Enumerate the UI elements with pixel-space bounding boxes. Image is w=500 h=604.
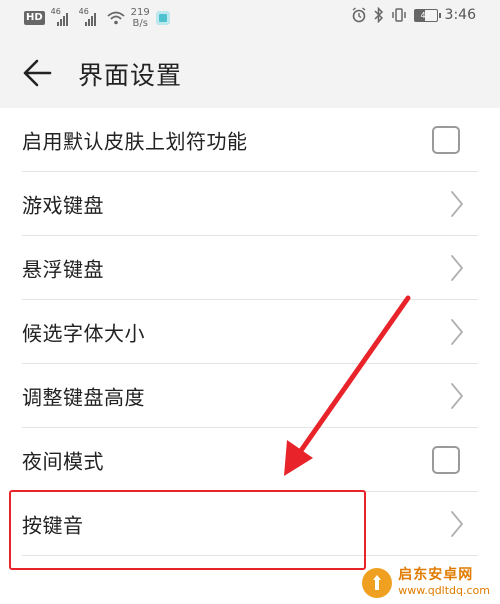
- checkbox[interactable]: [432, 446, 460, 474]
- status-time: 3:46: [444, 7, 476, 23]
- chevron-right-icon: [451, 191, 463, 217]
- setting-label: 游戏键盘: [22, 193, 104, 218]
- highlight-box: [9, 490, 366, 570]
- watermark: 启东安卓网 www.qdltdq.com: [362, 568, 490, 598]
- setting-row-game-keyboard[interactable]: 游戏键盘: [0, 172, 500, 236]
- setting-row-skin-swipe-symbol[interactable]: 启用默认皮肤上划符功能: [0, 108, 500, 172]
- setting-row-night-mode[interactable]: 夜间模式: [0, 428, 500, 492]
- page-title: 界面设置: [78, 61, 183, 90]
- setting-label: 悬浮键盘: [22, 257, 104, 282]
- bluetooth-icon: [374, 7, 383, 23]
- status-bar: HD 46 46 219 B/s 47 3:46: [0, 0, 500, 36]
- vibrate-icon: [391, 8, 406, 22]
- wifi-icon: [107, 11, 125, 25]
- setting-label: 调整键盘高度: [22, 385, 145, 410]
- hd-badge: HD: [24, 11, 45, 25]
- settings-list: 启用默认皮肤上划符功能 游戏键盘 悬浮键盘 候选字体大小 调整键盘高度 夜间模式…: [0, 108, 500, 556]
- watermark-title: 启东安卓网: [398, 567, 474, 583]
- setting-row-floating-keyboard[interactable]: 悬浮键盘: [0, 236, 500, 300]
- chevron-right-icon: [451, 511, 463, 537]
- chevron-right-icon: [451, 383, 463, 409]
- alarm-icon: [352, 7, 365, 23]
- status-left: HD 46 46 219 B/s: [24, 7, 170, 29]
- setting-label: 启用默认皮肤上划符功能: [22, 129, 248, 154]
- back-arrow-icon[interactable]: [22, 58, 52, 88]
- signal-icon: 46: [51, 7, 73, 27]
- network-speed-unit: B/s: [132, 18, 148, 29]
- signal-icon: 46: [79, 7, 101, 27]
- status-right: 47 3:46: [351, 7, 476, 23]
- chevron-right-icon: [451, 319, 463, 345]
- watermark-url: www.qdltdq.com: [398, 584, 490, 597]
- app-notification-icon: [155, 11, 170, 25]
- battery-level: 47: [420, 10, 431, 20]
- network-speed: 219 B/s: [131, 7, 150, 29]
- battery-icon: 47: [413, 8, 441, 22]
- setting-row-candidate-font-size[interactable]: 候选字体大小: [0, 300, 500, 364]
- setting-row-keyboard-height[interactable]: 调整键盘高度: [0, 364, 500, 428]
- checkbox[interactable]: [432, 126, 460, 154]
- app-bar: 界面设置: [0, 36, 500, 108]
- setting-label: 夜间模式: [22, 449, 104, 474]
- network-speed-value: 219: [130, 7, 150, 18]
- setting-label: 候选字体大小: [22, 321, 145, 346]
- watermark-logo-icon: [362, 568, 393, 598]
- chevron-right-icon: [451, 255, 463, 281]
